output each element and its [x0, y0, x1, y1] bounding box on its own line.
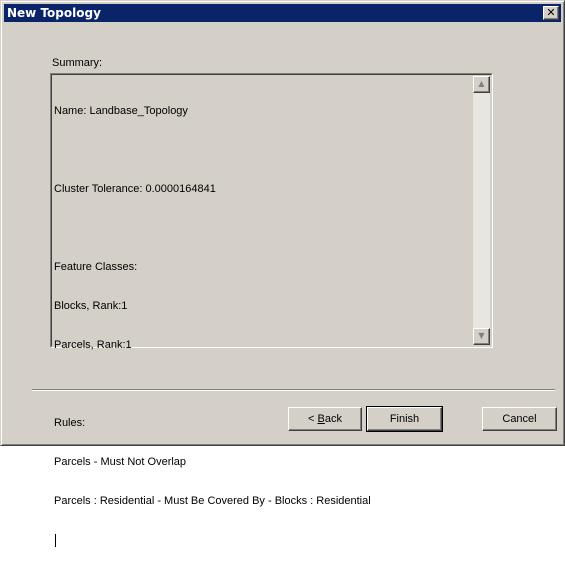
triangle-up-icon: ▲ [478, 79, 485, 88]
cancel-button[interactable]: Cancel [482, 407, 557, 431]
finish-button[interactable]: Finish [366, 406, 443, 432]
vertical-scrollbar[interactable]: ▲ ▼ [473, 76, 490, 345]
triangle-down-icon: ▼ [478, 331, 485, 340]
summary-content[interactable]: Name: Landbase_Topology Cluster Toleranc… [54, 79, 474, 547]
close-icon: ✕ [546, 6, 556, 19]
summary-name-line: Name: Landbase_Topology [54, 105, 188, 117]
button-separator [32, 389, 555, 391]
text-caret [55, 534, 56, 547]
summary-text-area[interactable]: Name: Landbase_Topology Cluster Toleranc… [50, 73, 493, 547]
rule-line: Parcels - Must Not Overlap [54, 456, 187, 468]
summary-label: Summary: [52, 57, 103, 69]
feature-classes-header: Feature Classes: [54, 261, 138, 273]
scroll-up-button[interactable]: ▲ [473, 76, 490, 93]
feature-class-line: Blocks, Rank:1 [54, 300, 128, 312]
back-button[interactable]: < Back [288, 407, 362, 431]
summary-tolerance-line: Cluster Tolerance: 0.0000164841 [54, 183, 216, 195]
title-bar[interactable]: New Topology ✕ [4, 4, 561, 22]
scroll-down-button[interactable]: ▼ [473, 328, 490, 345]
close-button[interactable]: ✕ [543, 6, 559, 20]
window-title: New Topology [7, 6, 101, 20]
rule-line: Parcels : Residential - Must Be Covered … [54, 495, 371, 507]
feature-class-line: Parcels, Rank:1 [54, 339, 132, 351]
new-topology-dialog: New Topology ✕ Summary: Name: Landbase_T… [0, 0, 565, 547]
